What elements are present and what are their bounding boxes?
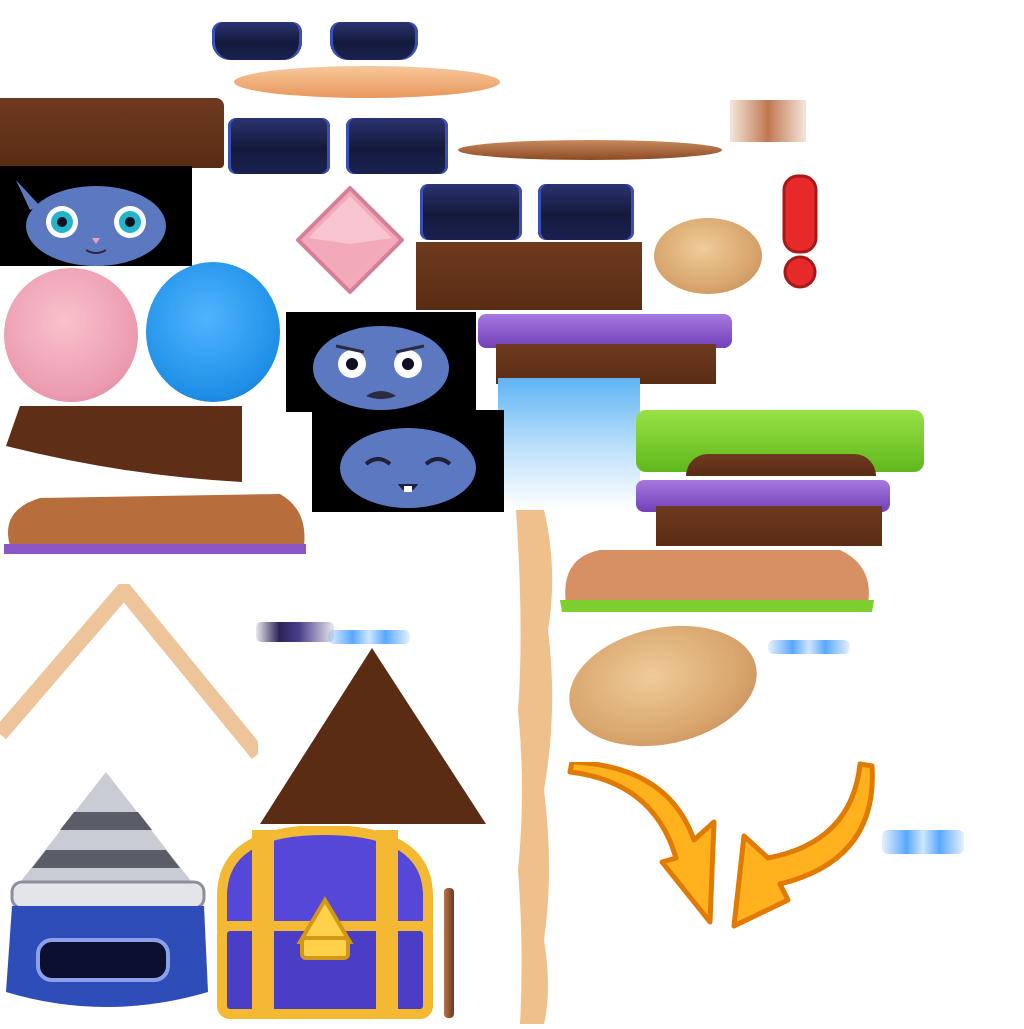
exclamation-icon <box>780 172 820 290</box>
cat-face-neutral-art <box>16 180 166 266</box>
brown-dirt-block <box>416 242 642 310</box>
blue-glow-bar <box>882 830 964 854</box>
sky-gradient-swatch <box>498 378 640 510</box>
cat-face-scared <box>286 312 476 412</box>
brown-dirt-block <box>0 98 224 168</box>
brown-dirt-triangle <box>260 648 486 824</box>
navy-roller-block <box>420 184 522 240</box>
navy-foot-pad <box>330 22 418 60</box>
dirt-mound-green <box>560 546 874 616</box>
diamond-gem-icon <box>294 184 406 296</box>
peach-vertical-edge <box>504 510 560 1024</box>
cat-face-scared-art <box>313 326 449 410</box>
blue-round-button <box>146 262 280 402</box>
peach-platform-strip <box>234 66 500 98</box>
cookie-oval-icon <box>558 609 768 763</box>
treasure-chest-icon <box>212 824 438 1022</box>
navy-roller-block <box>228 118 330 174</box>
brown-dirt-wedge <box>6 406 242 484</box>
drill-helmet-icon <box>2 772 212 1020</box>
blue-glow-bar <box>328 630 410 644</box>
navy-foot-pad <box>212 22 302 60</box>
pink-round-button <box>4 268 138 402</box>
green-grass-platform <box>636 410 924 476</box>
blue-glow-bar <box>768 640 850 654</box>
thin-brown-ledge <box>458 140 722 160</box>
brown-stick <box>444 888 454 1018</box>
brown-fade-chip <box>730 100 806 142</box>
cat-face-happy <box>312 410 504 512</box>
purple-grass-platform <box>636 480 890 546</box>
curved-arrow-down-right-icon <box>564 759 720 930</box>
dark-glow-bar <box>256 622 334 642</box>
curved-arrow-down-left-icon <box>728 760 878 932</box>
navy-roller-block <box>346 118 448 174</box>
peach-mountain-outline <box>0 582 265 764</box>
purple-grass-platform <box>478 314 732 384</box>
cat-face-neutral <box>0 166 192 266</box>
navy-roller-block <box>538 184 634 240</box>
cat-face-happy-art <box>340 428 476 508</box>
cookie-round-icon <box>654 218 762 294</box>
dirt-mound-purple <box>0 490 310 556</box>
